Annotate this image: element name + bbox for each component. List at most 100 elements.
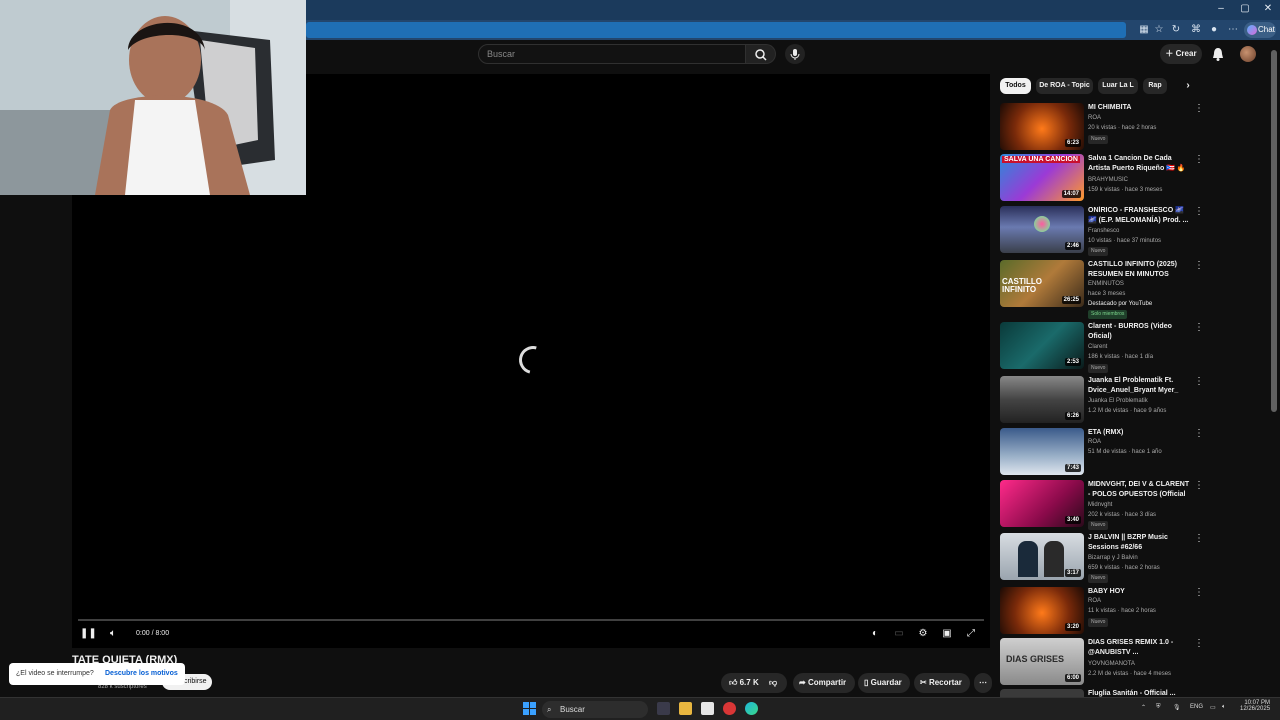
search-button[interactable]	[746, 44, 776, 64]
video-thumbnail[interactable]: CASTILLO INFINITO 26:25	[1000, 260, 1084, 307]
rec-title[interactable]: BABY HOY	[1088, 587, 1190, 597]
rec-title[interactable]: MI CHIMBITA	[1088, 103, 1190, 113]
chip-rap[interactable]: Rap	[1143, 78, 1167, 94]
autoplay-toggle[interactable]: ◐	[868, 627, 882, 641]
security-icon[interactable]: ⛨	[1156, 704, 1161, 711]
list-item[interactable]: 6:26 Juanka El Problematik Ft. Dvice_Anu…	[1000, 376, 1210, 426]
more-actions-button[interactable]: ⋯	[974, 673, 992, 693]
video-thumbnail[interactable]	[1000, 689, 1084, 697]
voice-search-button[interactable]	[785, 44, 805, 64]
rec-title[interactable]: CASTILLO INFINITO (2025) RESUMEN EN MINU…	[1088, 260, 1190, 280]
progress-bar[interactable]	[78, 619, 984, 621]
rec-channel[interactable]: Clarent	[1088, 344, 1107, 350]
list-item[interactable]: 3:40 MIDNVGHT, DEI V & CLARENT - POLOS O…	[1000, 480, 1210, 530]
notifications-bell-icon[interactable]	[1212, 47, 1224, 61]
video-thumbnail[interactable]: 6:23	[1000, 103, 1084, 150]
rec-title[interactable]: J BALVIN || BZRP Music Sessions #62/66	[1088, 533, 1190, 553]
subtitles-icon[interactable]: ▭	[892, 627, 906, 641]
list-item[interactable]: 6:23 MI CHIMBITA ROA 20 k vistas · hace …	[1000, 103, 1210, 153]
rec-title[interactable]: Salva 1 Cancion De Cada Artista Puerto R…	[1088, 154, 1190, 174]
video-thumbnail[interactable]: 3:20	[1000, 587, 1084, 634]
task-view-icon[interactable]	[657, 702, 670, 715]
share-button[interactable]: ➦ Compartir	[793, 673, 855, 693]
rec-title[interactable]: Juanka El Problematik Ft. Dvice_Anuel_Br…	[1088, 376, 1190, 396]
kebab-menu-icon[interactable]: ⋮	[1194, 260, 1204, 271]
address-field[interactable]	[306, 22, 1126, 38]
list-item[interactable]: DIAS GRISES 6:00 DIAS GRISES REMIX 1.0 -…	[1000, 638, 1210, 688]
kebab-menu-icon[interactable]: ⋮	[1194, 587, 1204, 598]
video-thumbnail[interactable]: 2:46	[1000, 206, 1084, 253]
favorite-star-icon[interactable]: ☆	[1153, 24, 1165, 36]
rec-channel[interactable]: ENMINUTOS	[1088, 281, 1124, 287]
page-scrollbar[interactable]	[1271, 50, 1277, 412]
chip-luar-la-l[interactable]: Luar La L	[1098, 78, 1138, 94]
interrupt-link[interactable]: Descubre los motivos	[105, 670, 178, 677]
video-thumbnail[interactable]: 6:26	[1000, 376, 1084, 423]
microphone-icon[interactable]: 🎙︎	[1173, 704, 1181, 711]
store-icon[interactable]	[701, 702, 714, 715]
theater-mode-icon[interactable]: ▣	[940, 627, 954, 641]
extensions-icon[interactable]: ▦	[1138, 24, 1150, 36]
kebab-menu-icon[interactable]: ⋮	[1194, 376, 1204, 387]
rec-channel[interactable]: Juanka El Problematik	[1088, 398, 1148, 404]
video-thumbnail[interactable]: 7:43	[1000, 428, 1084, 475]
list-item[interactable]: SALVA UNA CANCION 14:07 Salva 1 Cancion …	[1000, 154, 1210, 204]
list-item[interactable]: CASTILLO INFINITO 26:25 CASTILLO INFINIT…	[1000, 260, 1210, 319]
list-item[interactable]: 7:43 ETA (RMX) ROA 51 M de vistas · hace…	[1000, 428, 1210, 478]
dislike-button[interactable]: 👎︎	[769, 678, 777, 687]
video-thumbnail[interactable]: 3:40	[1000, 480, 1084, 527]
video-thumbnail[interactable]: 3:17	[1000, 533, 1084, 580]
rec-title[interactable]: Clarent - BURROS (Video Oficial)	[1088, 322, 1190, 342]
opera-icon[interactable]	[723, 702, 736, 715]
close-icon[interactable]: ✕	[1257, 3, 1279, 14]
refresh-icon[interactable]: ↻	[1170, 24, 1182, 36]
video-thumbnail[interactable]: 2:53	[1000, 322, 1084, 369]
list-item[interactable]: 2:46 ONÍRICO - FRANSHESCO 🌌🌌 (E.P. MELOM…	[1000, 206, 1210, 256]
kebab-menu-icon[interactable]: ⋮	[1194, 480, 1204, 491]
volume-icon[interactable]: 🔈︎	[1222, 704, 1226, 711]
network-icon[interactable]: ▭	[1210, 704, 1216, 711]
clip-button[interactable]: ✂ Recortar	[914, 673, 970, 693]
list-item[interactable]: Fluglia Sanitán - Official ...	[1000, 689, 1210, 697]
profile-icon[interactable]: ●	[1208, 24, 1220, 36]
rec-title[interactable]: ETA (RMX)	[1088, 428, 1190, 438]
minimize-icon[interactable]: –	[1210, 3, 1232, 14]
rec-channel[interactable]: Bizarrap y J Balvin	[1088, 555, 1138, 561]
kebab-menu-icon[interactable]: ⋮	[1194, 103, 1204, 114]
chip-todos[interactable]: Todos	[1000, 78, 1031, 94]
list-item[interactable]: 2:53 Clarent - BURROS (Video Oficial) Cl…	[1000, 322, 1210, 373]
account-avatar[interactable]	[1240, 46, 1256, 62]
video-thumbnail[interactable]: DIAS GRISES 6:00	[1000, 638, 1084, 685]
chip-de-roa-topic[interactable]: De ROA - Topic	[1036, 78, 1093, 94]
rec-title[interactable]: Fluglia Sanitán - Official ...	[1088, 689, 1190, 697]
rec-channel[interactable]: ROA	[1088, 439, 1101, 445]
rec-title[interactable]: ONÍRICO - FRANSHESCO 🌌🌌 (E.P. MELOMANÍA)…	[1088, 206, 1190, 226]
windows-start-icon[interactable]	[523, 702, 536, 715]
pause-icon[interactable]: ❚❚	[80, 627, 97, 641]
rec-channel[interactable]: ROA	[1088, 598, 1101, 604]
kebab-menu-icon[interactable]: ⋮	[1194, 206, 1204, 217]
list-item[interactable]: 3:17 J BALVIN || BZRP Music Sessions #62…	[1000, 533, 1210, 583]
save-button[interactable]: ▯ Guardar	[858, 673, 910, 693]
kebab-menu-icon[interactable]: ⋮	[1194, 428, 1204, 439]
chevron-up-icon[interactable]: ⌃	[1141, 704, 1146, 711]
rec-title[interactable]: DIAS GRISES REMIX 1.0 - @ANUBISTV ...	[1088, 638, 1190, 658]
rec-channel[interactable]: ROA	[1088, 115, 1101, 121]
kebab-menu-icon[interactable]: ⋮	[1194, 154, 1204, 165]
edge-icon[interactable]	[745, 702, 758, 715]
settings-gear-icon[interactable]: ⚙	[916, 627, 930, 641]
rec-title[interactable]: MIDNVGHT, DEI V & CLARENT - POLOS OPUEST…	[1088, 480, 1190, 500]
create-button[interactable]: ＋ Crear	[1160, 44, 1202, 64]
like-button[interactable]: 👍︎ 6.7 K	[729, 678, 759, 687]
rec-channel[interactable]: Franshesco	[1088, 228, 1119, 234]
search-input[interactable]: Buscar	[478, 44, 746, 64]
language-indicator[interactable]: ENG	[1190, 704, 1203, 710]
taskbar-search[interactable]: ⌕ Buscar	[542, 701, 648, 718]
more-icon[interactable]: ⋯	[1227, 24, 1239, 36]
file-explorer-icon[interactable]	[679, 702, 692, 715]
kebab-menu-icon[interactable]: ⋮	[1194, 533, 1204, 544]
chevron-right-icon[interactable]: ›	[1180, 78, 1196, 94]
list-item[interactable]: 3:20 BABY HOY ROA 11 k vistas · hace 2 h…	[1000, 587, 1210, 637]
kebab-menu-icon[interactable]: ⋮	[1194, 638, 1204, 649]
video-thumbnail[interactable]: SALVA UNA CANCION 14:07	[1000, 154, 1084, 201]
